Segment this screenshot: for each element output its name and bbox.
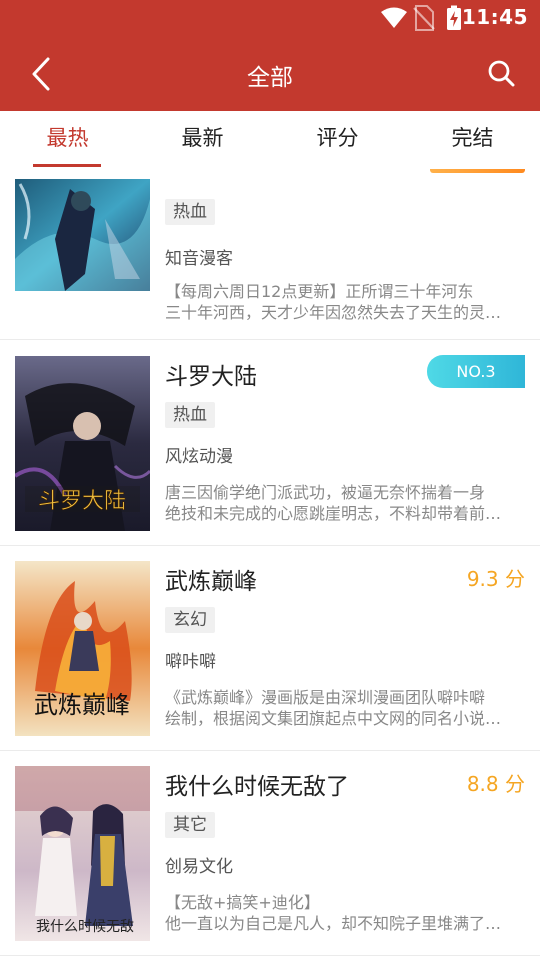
svg-text:我什么时候无敌: 我什么时候无敌 (36, 919, 134, 935)
wifi-icon (381, 7, 407, 28)
desc-line: 三十年河西，天才少年因忽然失去了天生的灵… (165, 303, 502, 322)
comic-description: 唐三因偷学绝门派武功，被逼无奈怀揣着一身 绝技和未完成的心愿跳崖明志，不料却带着… (165, 482, 537, 524)
comic-title[interactable]: 武炼巅峰 (165, 562, 257, 596)
desc-line: 唐三因偷学绝门派武功，被逼无奈怀揣着一身 (165, 483, 486, 502)
author-name: 创易文化 (165, 857, 233, 877)
tab-indicator (33, 164, 101, 167)
author-name: 知音漫客 (165, 249, 233, 269)
battery-charging-icon (447, 5, 461, 30)
author-name: 噼咔噼 (165, 652, 216, 672)
rating-score: 9.3 分 (466, 567, 525, 591)
genre-tag: 热血 (165, 199, 215, 225)
list-item[interactable]: 武炼巅峰 武炼巅峰 9.3 分 玄幻 噼咔噼 《武炼巅峰》漫画版是由深圳漫画团队… (0, 546, 540, 751)
list-item[interactable]: 斗罗大陆 斗罗大陆 NO.3 热血 风炫动漫 唐三因偷学绝门派武功，被逼无奈怀揣… (0, 341, 540, 546)
search-icon (488, 60, 515, 87)
tab-hottest[interactable]: 最热 (0, 111, 135, 169)
comic-cover[interactable] (15, 179, 150, 291)
comic-list[interactable]: 热血 知音漫客 【每周六周日12点更新】正所谓三十年河东 三十年河西，天才少年因… (0, 169, 540, 960)
desc-line: 他一直以为自己是凡人，却不知院子里堆满了… (165, 914, 502, 933)
comic-description: 《武炼巅峰》漫画版是由深圳漫画团队噼咔噼 绘制，根据阅文集团旗起点中文网的同名小… (165, 687, 537, 729)
app-bar: 全部 (0, 36, 540, 111)
page-title: 全部 (247, 65, 293, 91)
desc-line: 【无敌+搞笑+迪化】 (165, 893, 320, 912)
desc-line: 【每周六周日12点更新】正所谓三十年河东 (165, 282, 474, 301)
comic-description: 【无敌+搞笑+迪化】 他一直以为自己是凡人，却不知院子里堆满了… (165, 892, 537, 934)
svg-text:武炼巅峰: 武炼巅峰 (34, 691, 130, 719)
rank-badge (430, 169, 525, 173)
comic-cover[interactable]: 我什么时候无敌 (15, 766, 150, 941)
comic-description: 【每周六周日12点更新】正所谓三十年河东 三十年河西，天才少年因忽然失去了天生的… (165, 281, 537, 323)
list-item[interactable]: 热血 知音漫客 【每周六周日12点更新】正所谓三十年河东 三十年河西，天才少年因… (0, 169, 540, 340)
genre-tag: 热血 (165, 402, 215, 428)
svg-text:斗罗大陆: 斗罗大陆 (38, 489, 126, 514)
list-item[interactable]: 我什么时候无敌 我什么时候无敌了 8.8 分 其它 创易文化 【无敌+搞笑+迪化… (0, 751, 540, 956)
genre-tag: 其它 (165, 812, 215, 838)
status-time: 11:45 (461, 5, 528, 29)
top-bar: 11:45 全部 (0, 0, 540, 111)
comic-cover[interactable]: 武炼巅峰 (15, 561, 150, 736)
desc-line: 绝技和未完成的心愿跳崖明志，不料却带着前… (165, 504, 502, 523)
rating-score: 8.8 分 (466, 772, 525, 796)
desc-line: 绘制，根据阅文集团旗起点中文网的同名小说… (165, 709, 502, 728)
tab-bar: 最热 最新 评分 完结 (0, 111, 540, 169)
no-sim-icon (413, 5, 435, 31)
comic-cover[interactable]: 斗罗大陆 (15, 356, 150, 531)
rank-badge: NO.3 (427, 355, 525, 388)
desc-line: 《武炼巅峰》漫画版是由深圳漫画团队噼咔噼 (165, 688, 486, 707)
comic-title[interactable]: 斗罗大陆 (165, 357, 257, 391)
comic-title[interactable]: 我什么时候无敌了 (165, 767, 349, 801)
author-name: 风炫动漫 (165, 447, 233, 467)
genre-tag: 玄幻 (165, 607, 215, 633)
tab-completed[interactable]: 完结 (405, 111, 540, 169)
status-bar: 11:45 (0, 0, 540, 36)
tab-newest[interactable]: 最新 (135, 111, 270, 169)
tab-rating[interactable]: 评分 (270, 111, 405, 169)
search-button[interactable] (478, 50, 526, 98)
